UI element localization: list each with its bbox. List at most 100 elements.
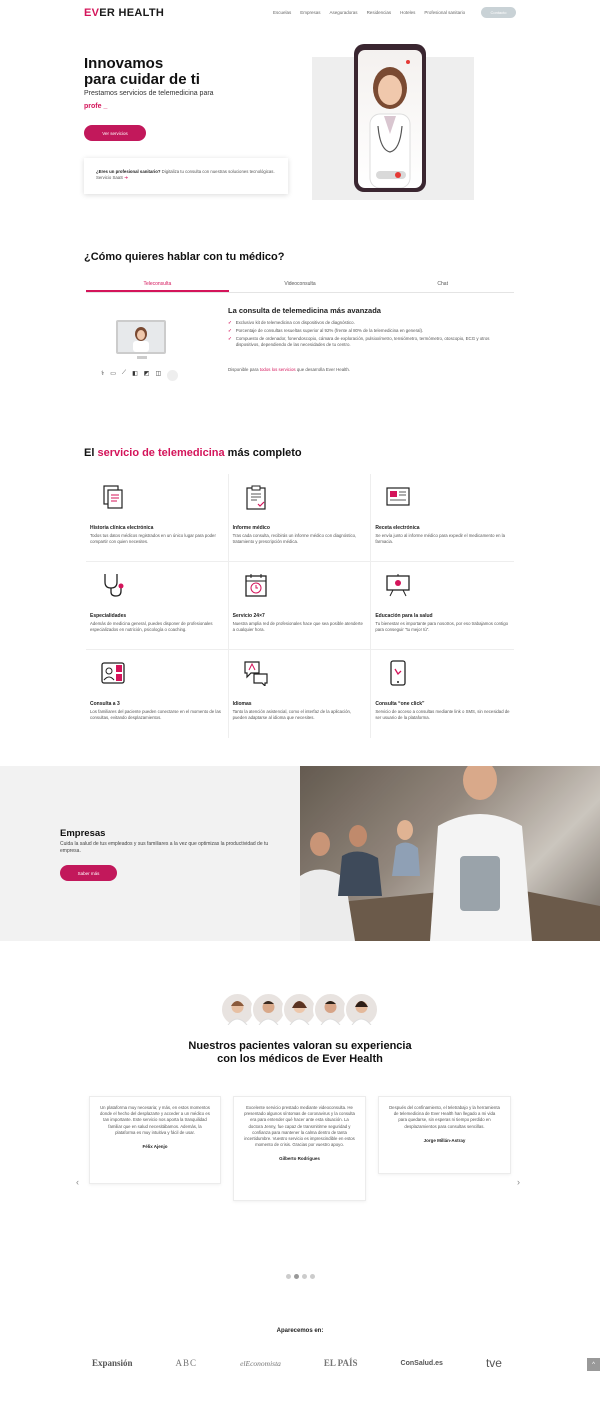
all-services-link[interactable]: todos los servicios (260, 367, 296, 372)
arrow-right-icon[interactable]: ➜ (124, 175, 128, 180)
avatar (251, 992, 286, 1027)
testimonial-text: Después del confinamiento, el teletrabaj… (389, 1105, 500, 1129)
testimonials-title-line1: Nuestros pacientes valoran su experienci… (188, 1040, 412, 1052)
carousel-dots (286, 1274, 315, 1279)
service-card: Idiomas Tanto la atención asistencial, c… (229, 650, 372, 738)
service-card: Consulta “one click” Servicio de acceso … (371, 650, 514, 738)
nav-empresas[interactable]: Empresas (300, 10, 320, 15)
professional-banner-title: ¿Eres un profesional sanitario? (96, 169, 161, 174)
logo-abc[interactable]: ABC (176, 1358, 198, 1368)
services-title-post: más completo (224, 447, 302, 459)
nav-profesional[interactable]: Profesional sanitario (424, 10, 465, 15)
contact-button[interactable]: Contacto (481, 7, 516, 18)
logo-accent: EV (84, 7, 100, 19)
service-title: Historia clínica electrónica (90, 525, 154, 531)
availability-prefix: Disponible para (228, 367, 260, 372)
services-title-pre: El (84, 447, 98, 459)
testimonials-title-line2: con los médicos de Ever Health (217, 1053, 383, 1065)
logo-expansion[interactable]: Expansión (92, 1358, 133, 1368)
tensiometer-icon: ◩ (143, 371, 150, 377)
service-card: Consulta a 3 Los familiares del paciente… (86, 650, 229, 738)
service-text: Todos tus datos médicos registrados en u… (90, 533, 216, 544)
logo-tve[interactable]: tve (486, 1356, 502, 1370)
logo-elpais[interactable]: EL PAÍS (324, 1358, 358, 1368)
service-title: Informe médico (232, 525, 270, 531)
consult-features: ✓ Exclusivo kit de telemedicina con dispo… (228, 320, 508, 350)
thermometer-icon: ▭ (110, 371, 116, 377)
learn-more-button[interactable]: Saber más (60, 865, 117, 881)
services-title: El servicio de telemedicina más completo (84, 447, 302, 459)
check-icon: ✓ (228, 336, 232, 342)
carousel-dot[interactable] (302, 1274, 307, 1279)
availability-text: Disponible para todos los servicios que … (228, 367, 350, 372)
service-text: Tanto la atención asistencial, como el i… (232, 709, 352, 720)
carousel-dot[interactable] (286, 1274, 291, 1279)
testimonial-author: Gilberto Rodrigues (279, 1156, 320, 1162)
carousel-dot-active[interactable] (294, 1274, 299, 1279)
avatar (313, 992, 348, 1027)
calendar-clock-icon (245, 574, 267, 597)
service-title: Consulta a 3 (90, 701, 120, 707)
telemedicine-monitor-image (116, 320, 166, 354)
whiteboard-icon (386, 574, 410, 597)
availability-suffix: que desarrolla Ever Health. (295, 367, 351, 372)
testimonial-card: Después del confinamiento, el teletrabaj… (378, 1096, 511, 1174)
consult-tabs: Teleconsulta Videoconsulta Chat (86, 277, 514, 293)
nav-escuelas[interactable]: Escuelas (273, 10, 291, 15)
service-title: Idiomas (232, 701, 252, 707)
tab-videoconsulta[interactable]: Videoconsulta (229, 277, 372, 292)
service-card: Servicio 24×7 Nuestra amplia red de prof… (228, 562, 372, 650)
service-text: Tras cada consulta, recibirás un informe… (232, 533, 357, 544)
feature-item: ✓ Exclusivo kit de telemedicina con dispo… (228, 320, 508, 326)
logo-consalud[interactable]: ConSalud.es (401, 1360, 443, 1367)
service-card: Especialidades Además de medicina genera… (86, 562, 229, 650)
service-text: Tu bienestar es importante para nosotros… (375, 621, 508, 632)
carousel-next-icon[interactable]: › (517, 1177, 520, 1187)
service-title: Receta electrónica (375, 525, 420, 531)
translate-icon (244, 661, 268, 688)
service-title: Consulta “one click” (375, 701, 425, 707)
feature-text: Exclusivo kit de telemedicina con dispos… (235, 320, 355, 325)
service-text: Se envía junto al informe médico para ex… (375, 533, 506, 544)
oximeter-icon: ◧ (132, 371, 138, 377)
logo-eleconomista[interactable]: elEconomista (240, 1359, 281, 1368)
avatar (282, 992, 317, 1027)
testimonial-author: Félix Ajenjo (142, 1144, 168, 1150)
service-text: Los familiares del paciente pueden conec… (90, 709, 221, 720)
professional-banner[interactable]: ¿Eres un profesional sanitario? Digitali… (84, 158, 288, 194)
check-icon: ✓ (228, 320, 232, 325)
feature-item: ✓ Porcentaje de consultas resueltas super… (228, 328, 508, 334)
documents-icon (103, 485, 123, 509)
nav-hoteles[interactable]: Hoteles (400, 10, 415, 15)
tab-chat[interactable]: Chat (371, 277, 514, 292)
testimonial-author: Jorge Millán-Astray (423, 1137, 466, 1143)
carousel-prev-icon[interactable]: ‹ (76, 1177, 79, 1187)
stethoscope-device-icon: ⚕ (101, 371, 105, 377)
prescription-icon (386, 487, 410, 506)
hero-typed-text: profe _ (84, 103, 108, 110)
press-title: Aparecemos en: (276, 1328, 324, 1334)
empresas-title: Empresas (60, 828, 106, 839)
avatar (220, 992, 255, 1027)
service-title: Especialidades (90, 613, 127, 619)
services-grid: Historia clínica electrónica Todos tus d… (86, 474, 514, 738)
nav-aseguradoras[interactable]: Aseguradoras (330, 10, 358, 15)
empresas-text: Cuida la salud de tus empleados y sus fa… (60, 841, 269, 854)
consult-title: La consulta de telemedicina más avanzada (228, 306, 381, 315)
service-text: Además de medicina general, puedes dispo… (90, 621, 213, 632)
scroll-top-button[interactable]: ^ (587, 1358, 600, 1371)
logo[interactable]: EVER HEALTH (84, 7, 164, 19)
scale-icon (167, 370, 179, 381)
check-icon: ✓ (228, 328, 232, 334)
hero-title: Innovamos para cuidar de ti (84, 56, 200, 88)
service-card: Informe médico Tras cada consulta, recib… (228, 474, 372, 562)
main-nav: Escuelas Empresas Aseguradoras Residenci… (273, 10, 465, 15)
monitor-stand (137, 356, 147, 359)
feature-text: Porcentaje de consultas resueltas superi… (235, 328, 424, 334)
see-services-button[interactable]: Ver servicios (84, 125, 146, 141)
services-title-accent: servicio de telemedicina (97, 447, 225, 459)
carousel-dot[interactable] (310, 1274, 315, 1279)
tab-teleconsulta[interactable]: Teleconsulta (86, 277, 229, 292)
nav-residencias[interactable]: Residencias (367, 10, 392, 15)
otoscope-icon: ⟋ (121, 370, 127, 376)
